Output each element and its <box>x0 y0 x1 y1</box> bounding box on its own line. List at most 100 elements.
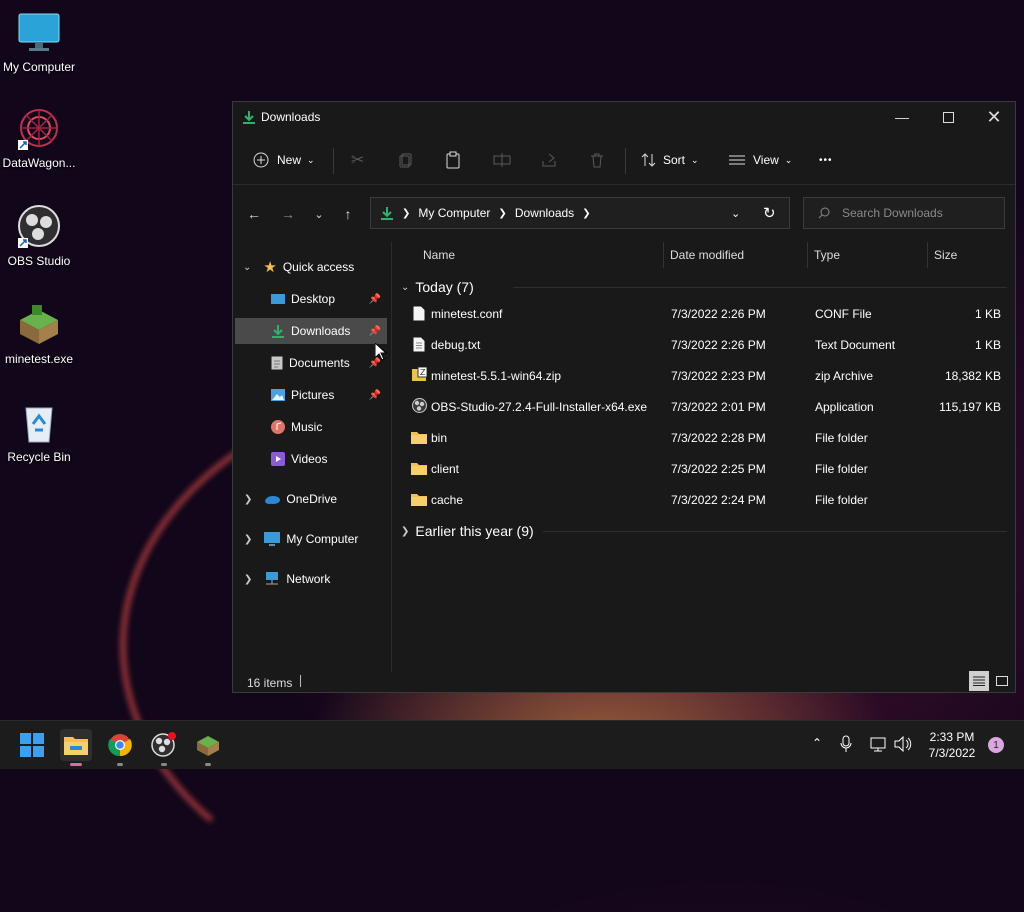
sort-button[interactable]: Sort ⌄ <box>641 146 699 174</box>
desktop-icon-recycle-bin[interactable]: Recycle Bin <box>0 400 78 464</box>
column-header-date[interactable]: Date modified <box>670 242 744 268</box>
file-row[interactable]: cache 7/3/2022 2:24 PM File folder <box>393 485 1013 516</box>
file-date: 7/3/2022 2:01 PM <box>671 400 766 414</box>
cloud-icon <box>264 494 281 504</box>
sidebar-item-pictures[interactable]: Pictures 📌 <box>235 382 387 408</box>
back-button[interactable]: ← <box>242 202 266 226</box>
start-button[interactable] <box>16 729 48 761</box>
file-name: bin <box>431 431 448 445</box>
sidebar-item-network[interactable]: ❯ Network <box>235 566 387 592</box>
file-type: CONF File <box>815 307 872 321</box>
group-header-today[interactable]: ⌄ Today (7) <box>401 276 474 298</box>
copy-icon <box>398 152 414 168</box>
sidebar-item-downloads[interactable]: Downloads 📌 <box>235 318 387 344</box>
desktop-icon <box>271 293 285 305</box>
group-header-earlier[interactable]: ❯ Earlier this year (9) <box>401 520 534 542</box>
paste-button[interactable] <box>445 146 461 174</box>
column-header-type[interactable]: Type <box>814 242 840 268</box>
minimize-icon: — <box>895 109 909 125</box>
file-row[interactable]: client 7/3/2022 2:25 PM File folder <box>393 454 1013 485</box>
svg-text:Z: Z <box>420 368 426 377</box>
music-icon <box>271 420 285 434</box>
active-indicator <box>70 763 82 766</box>
copy-button[interactable] <box>398 146 414 174</box>
clock[interactable]: 2:33 PM 7/3/2022 <box>920 729 984 761</box>
title-bar[interactable]: Downloads — ✕ <box>233 102 1015 132</box>
large-icons-view-button[interactable] <box>992 671 1012 691</box>
microphone-icon[interactable] <box>840 735 852 753</box>
sidebar-item-my-computer[interactable]: ❯ My Computer <box>235 526 387 552</box>
text-file-icon <box>413 337 425 352</box>
arrow-left-icon: ← <box>247 206 261 222</box>
column-header-name[interactable]: Name <box>423 242 455 268</box>
sidebar-item-onedrive[interactable]: ❯ OneDrive <box>235 486 387 512</box>
desktop-icon-datawagon[interactable]: DataWagon... <box>0 106 78 170</box>
share-button[interactable] <box>541 146 557 174</box>
maximize-button[interactable] <box>925 102 971 132</box>
obs-icon <box>16 204 62 250</box>
new-button[interactable]: New ⌄ <box>253 146 315 174</box>
view-button[interactable]: View ⌄ <box>729 146 792 174</box>
videos-icon <box>271 452 285 466</box>
more-options-button[interactable]: ••• <box>819 146 833 174</box>
sidebar-label: Videos <box>291 452 328 466</box>
desktop-icon-obs[interactable]: OBS Studio <box>0 204 78 268</box>
breadcrumb-my-computer[interactable]: My Computer <box>418 206 490 220</box>
file-name: cache <box>431 493 464 507</box>
address-bar[interactable]: ❯ My Computer ❯ Downloads ❯ ⌄ ↻ <box>370 197 790 229</box>
taskbar-file-explorer[interactable] <box>60 729 92 766</box>
desktop-icon-minetest[interactable]: minetest.exe <box>0 302 78 366</box>
minimize-button[interactable]: — <box>879 102 925 132</box>
file-type: Text Document <box>815 338 896 352</box>
sidebar-label: Documents <box>289 356 350 370</box>
taskbar-obs[interactable] <box>148 729 180 766</box>
file-name: minetest.conf <box>431 307 503 321</box>
file-row[interactable]: minetest.conf 7/3/2022 2:26 PM CONF File… <box>393 299 1013 330</box>
taskbar-chrome[interactable] <box>104 729 136 766</box>
navigation-row: ← → ⌄ ↑ ❯ My Computer ❯ Downloads ❯ ⌄ ↻ … <box>233 194 1015 234</box>
item-count: 16 items <box>247 676 293 690</box>
rename-button[interactable] <box>493 146 511 174</box>
forward-button[interactable]: → <box>276 202 300 226</box>
file-size: 18,382 KB <box>944 369 1001 383</box>
file-row[interactable]: Z minetest-5.5.1-win64.zip 7/3/2022 2:23… <box>393 361 1013 392</box>
sidebar-item-music[interactable]: Music <box>235 414 387 440</box>
file-row[interactable]: bin 7/3/2022 2:28 PM File folder <box>393 423 1013 454</box>
details-view-button[interactable] <box>969 671 989 691</box>
column-separator[interactable] <box>927 242 928 268</box>
details-view-icon <box>973 676 985 686</box>
cut-button[interactable]: ✂ <box>351 146 364 174</box>
address-dropdown-button[interactable]: ⌄ <box>731 207 740 220</box>
file-type: File folder <box>815 493 868 507</box>
network-status-icon[interactable] <box>870 736 888 752</box>
delete-button[interactable] <box>589 146 605 174</box>
up-button[interactable]: ↑ <box>336 202 360 226</box>
taskbar-minetest[interactable] <box>192 729 224 766</box>
pin-icon: 📌 <box>368 325 381 337</box>
sidebar-item-documents[interactable]: Documents 📌 <box>235 350 387 376</box>
large-icons-view-icon <box>996 676 1008 686</box>
file-row[interactable]: debug.txt 7/3/2022 2:26 PM Text Document… <box>393 330 1013 361</box>
recent-locations-button[interactable]: ⌄ <box>307 202 331 226</box>
chevron-right-icon: ❯ <box>244 573 253 585</box>
sidebar-item-videos[interactable]: Videos <box>235 446 387 472</box>
chevron-down-icon: ⌄ <box>691 154 699 165</box>
desktop-icon-my-computer[interactable]: My Computer <box>0 10 78 74</box>
breadcrumb-downloads[interactable]: Downloads <box>515 206 574 220</box>
download-icon <box>271 324 285 338</box>
pin-icon: 📌 <box>368 293 381 305</box>
column-separator[interactable] <box>807 242 808 268</box>
show-hidden-icons-button[interactable]: ⌃ <box>812 736 822 750</box>
sidebar-item-desktop[interactable]: Desktop 📌 <box>235 286 387 312</box>
volume-icon[interactable] <box>894 736 912 752</box>
file-row[interactable]: OBS-Studio-27.2.4-Full-Installer-x64.exe… <box>393 392 1013 423</box>
sidebar-item-quick-access[interactable]: ⌄ ★ Quick access <box>235 254 387 280</box>
notification-badge[interactable]: 1 <box>988 737 1004 753</box>
refresh-icon[interactable]: ↻ <box>763 204 776 222</box>
column-separator[interactable] <box>663 242 664 268</box>
datawagon-icon <box>16 106 62 152</box>
close-button[interactable]: ✕ <box>971 102 1017 132</box>
search-box[interactable]: Search Downloads <box>803 197 1005 229</box>
chevron-right-icon: ❯ <box>582 207 591 219</box>
column-header-size[interactable]: Size <box>934 242 957 268</box>
